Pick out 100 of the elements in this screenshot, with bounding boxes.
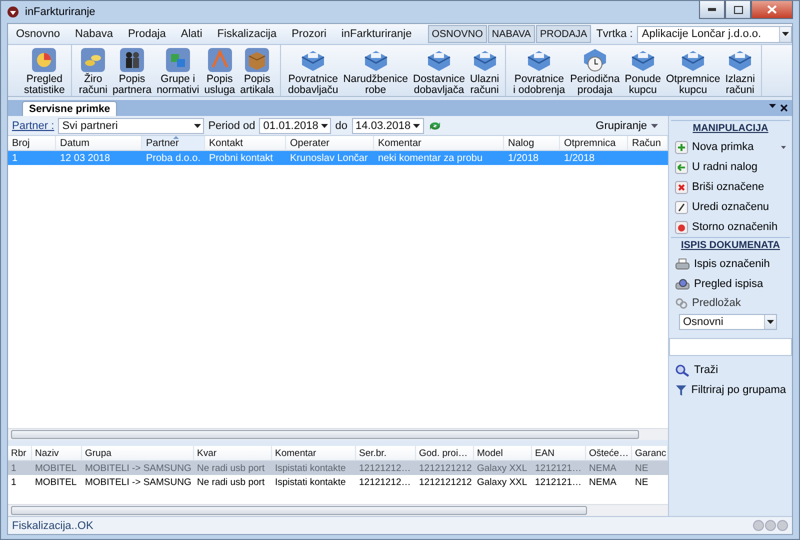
toolbar-button[interactable]: Povratnice dobavljaču — [286, 45, 340, 96]
date-to-field[interactable]: 14.03.2018 — [352, 118, 424, 134]
horizontal-scrollbar[interactable] — [8, 428, 668, 440]
partner-dropdown[interactable]: Svi partneri — [58, 118, 204, 134]
table-cell: Proba d.o.o. — [142, 151, 205, 165]
menu-item[interactable]: Prozori — [292, 28, 326, 40]
delete-icon — [675, 180, 688, 194]
company-label: Tvrtka : — [596, 28, 633, 40]
column-header[interactable]: Ser.br. — [356, 446, 416, 461]
menu-item[interactable]: Nabava — [75, 28, 113, 40]
minimize-button[interactable] — [699, 1, 725, 19]
column-header[interactable]: Oštećе… — [586, 446, 632, 461]
menu-item[interactable]: Prodaja — [128, 28, 166, 40]
toolbar-button[interactable]: Povratnice i odobrenja — [511, 45, 568, 96]
column-header[interactable]: Naziv — [32, 446, 82, 461]
column-header[interactable]: Partner — [142, 136, 205, 151]
dropdown-arrow-icon — [194, 124, 201, 128]
partner-link[interactable]: Partner : — [12, 120, 54, 132]
toolbar-button[interactable]: Pregled statistike — [22, 45, 67, 96]
menu-item[interactable]: Osnovno — [16, 28, 60, 40]
people-icon — [119, 47, 146, 73]
column-header[interactable]: Broj — [8, 136, 56, 151]
column-header[interactable]: Komentar — [272, 446, 356, 461]
mode-button[interactable]: OSNOVNO — [428, 25, 487, 43]
table-cell: MOBITEL — [32, 461, 82, 475]
column-header[interactable]: Otpremnica — [560, 136, 628, 151]
column-header[interactable]: Datum — [56, 136, 142, 151]
template-dropdown[interactable]: Osnovni — [679, 314, 777, 330]
arrow-icon — [675, 160, 688, 174]
table-cell: 1/2018 — [560, 151, 628, 165]
menu-item[interactable]: Fiskalizacija — [217, 28, 277, 40]
action-item[interactable]: U radni nalog — [669, 157, 792, 177]
edit-icon — [675, 200, 688, 214]
column-header[interactable]: EAN — [532, 446, 586, 461]
status-text: Fiskalizacija..OK — [12, 520, 94, 532]
toolbar-button[interactable]: Žiro računi — [76, 45, 110, 96]
horizontal-scrollbar[interactable] — [8, 504, 668, 516]
table-cell — [628, 151, 668, 165]
table-cell: 12 03 2018 — [56, 151, 142, 165]
period-label: Period od — [208, 120, 256, 132]
column-header[interactable]: Garanc — [632, 446, 668, 461]
table-cell: neki komentar za probu — [374, 151, 504, 165]
column-header[interactable]: Kvar — [194, 446, 272, 461]
column-header[interactable]: Operater — [286, 136, 374, 151]
table-cell: Krunoslav Lončar — [286, 151, 374, 165]
close-icon[interactable] — [780, 104, 788, 112]
toolbar-button[interactable]: Popis usluga — [202, 45, 238, 96]
action-item[interactable]: Nova primka — [669, 137, 792, 157]
mode-button[interactable]: PRODAJA — [536, 25, 592, 43]
column-header[interactable]: Nalog — [504, 136, 560, 151]
printer-icon — [675, 258, 690, 270]
table-cell: NEMA — [586, 461, 632, 475]
grouping-dropdown[interactable]: Grupiranje — [590, 118, 664, 132]
table-cell: NE — [632, 461, 668, 475]
plus-icon — [675, 140, 688, 154]
action-item[interactable]: Briši označene — [669, 177, 792, 197]
document-tab[interactable]: Servisne primke — [22, 101, 118, 116]
toolbar-button[interactable]: Ponude kupcu — [622, 45, 663, 96]
section-title: MANIPULACIJA — [671, 120, 790, 134]
action-item[interactable]: Uredi označenu — [669, 197, 792, 217]
minimize-icon — [708, 8, 716, 11]
search-field[interactable] — [669, 338, 792, 356]
dropdown-arrow-icon — [767, 320, 774, 324]
maximize-button[interactable] — [725, 1, 751, 19]
toolbar-button[interactable]: Popis artikala — [238, 45, 276, 96]
column-header[interactable]: Model — [474, 446, 532, 461]
mode-button[interactable]: NABAVA — [488, 25, 535, 43]
toolbar-button[interactable]: Izlazni računi — [723, 45, 757, 96]
dropdown-arrow-icon[interactable] — [769, 104, 776, 108]
column-header[interactable]: Grupa — [82, 446, 194, 461]
dropdown-arrow-icon — [651, 124, 658, 128]
chain-icon — [675, 296, 688, 310]
company-dropdown[interactable]: Aplikacije Lončar j.d.o.o. — [636, 26, 792, 42]
menu-item[interactable]: Alati — [180, 28, 202, 40]
column-header[interactable]: Rbr — [8, 446, 32, 461]
date-from-field[interactable]: 01.01.2018 — [259, 118, 332, 134]
toolbar-button[interactable]: Periodična prodaja — [568, 45, 622, 96]
column-header[interactable]: God. proi… — [416, 446, 474, 461]
action-item[interactable]: Storno označenih — [669, 217, 792, 237]
menu-item[interactable]: inFarkturiranje — [341, 28, 412, 40]
action-item[interactable]: Pregled ispisa — [669, 274, 792, 294]
action-item[interactable]: Filtriraj po grupama — [669, 380, 792, 400]
action-item[interactable]: Traži — [669, 360, 792, 380]
close-button[interactable] — [751, 1, 793, 19]
dropdown-arrow-icon — [782, 32, 789, 36]
status-indicator-icon — [753, 520, 764, 531]
toolbar-button[interactable]: Dostavnice dobavljača — [411, 45, 467, 96]
column-header[interactable]: Račun — [628, 136, 668, 151]
pen-icon — [206, 47, 233, 73]
column-header[interactable]: Komentar — [374, 136, 504, 151]
column-header[interactable]: Kontakt — [205, 136, 286, 151]
toolbar-button[interactable]: Ulazni računi — [468, 45, 502, 96]
table-cell: Galaxy XXL — [474, 461, 532, 475]
toolbar-button[interactable]: Popis partnera — [110, 45, 154, 96]
toolbar-button[interactable]: Otpremnice kupcu — [664, 45, 722, 96]
refresh-icon[interactable] — [428, 120, 442, 132]
action-item[interactable]: Ispis označenih — [669, 254, 792, 274]
toolbar-button[interactable]: Grupe i normativi — [154, 45, 202, 96]
dropdown-arrow-icon — [320, 124, 328, 128]
toolbar-button[interactable]: Narudžbenice robe — [341, 45, 410, 96]
